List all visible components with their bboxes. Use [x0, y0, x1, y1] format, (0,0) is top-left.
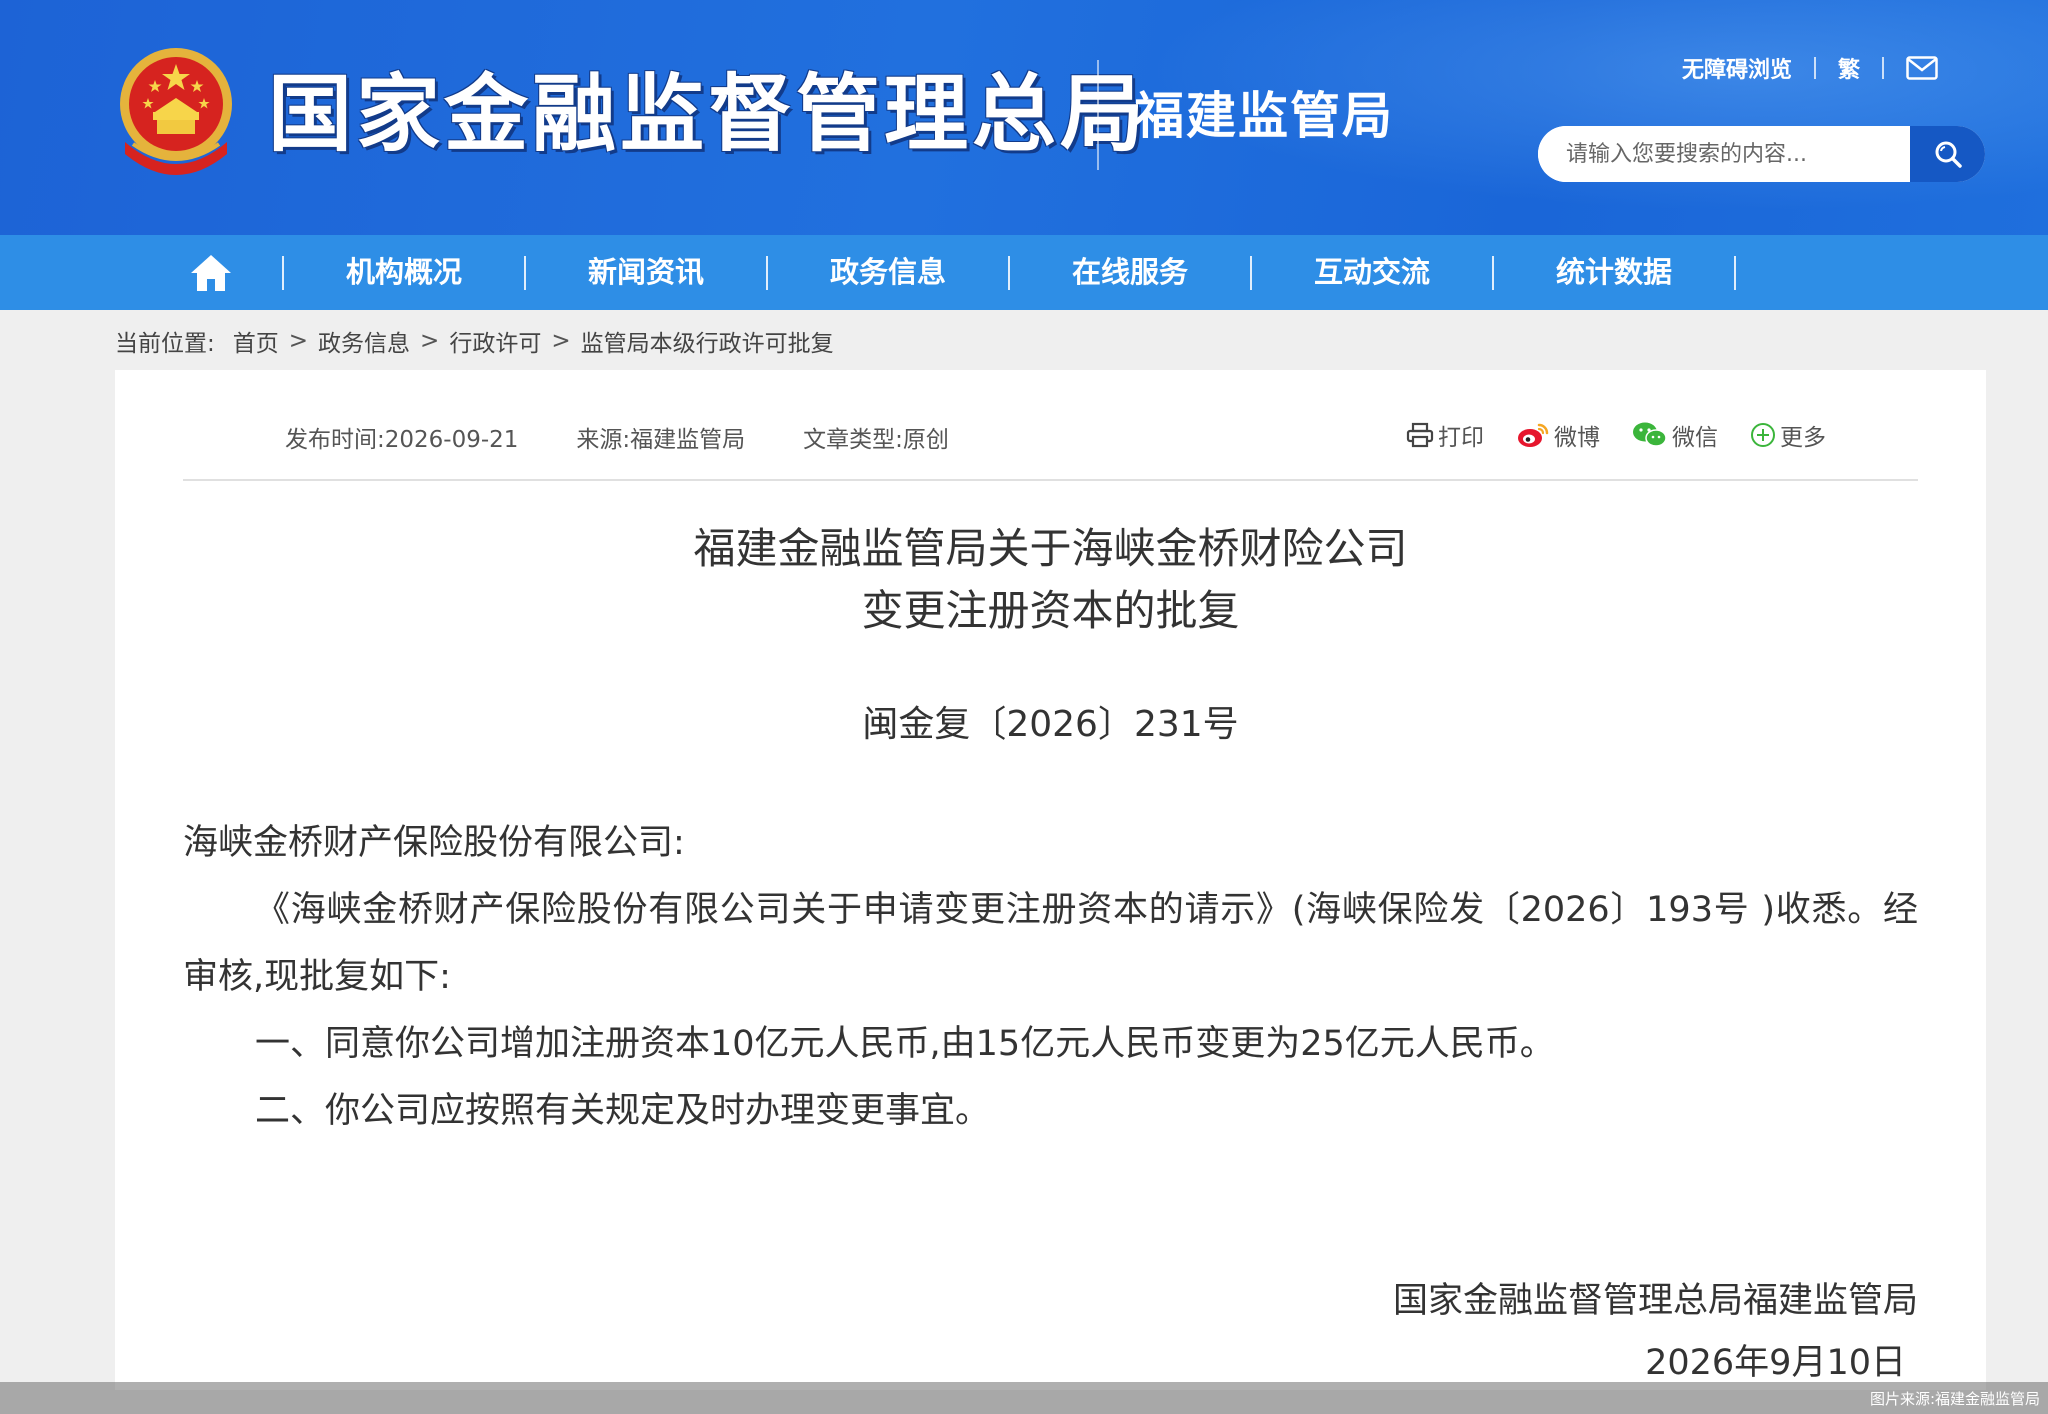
main-nav-list: 机构概况 新闻资讯 政务信息 在线服务 互动交流 统计数据: [140, 235, 1736, 310]
document-signer: 国家金融监督管理总局福建监管局: [1392, 1281, 1918, 1321]
site-header: 国家金融监督管理总局 福建监管局 无障碍浏览 繁: [0, 0, 2048, 235]
breadcrumb-separator: >: [288, 328, 309, 354]
document-item-1: 一、同意你公司增加注册资本10亿元人民币,由15亿元人民币变更为25亿元人民币。: [255, 1024, 1555, 1064]
wechat-label: 微信: [1672, 425, 1718, 451]
nav-item-interaction[interactable]: 互动交流: [1252, 235, 1492, 310]
nav-item-government-info[interactable]: 政务信息: [768, 235, 1008, 310]
mail-icon[interactable]: [1906, 56, 1938, 80]
article-type: 文章类型:原创: [803, 427, 949, 453]
nav-item-statistics[interactable]: 统计数据: [1494, 235, 1734, 310]
breadcrumb-administrative-license[interactable]: 行政许可: [449, 324, 541, 358]
breadcrumb-government-info[interactable]: 政务信息: [318, 324, 410, 358]
search-button[interactable]: [1910, 126, 1985, 182]
home-icon: [191, 254, 231, 291]
breadcrumb-separator: >: [420, 328, 440, 354]
article-source: 来源:福建监管局: [576, 427, 746, 453]
weibo-share-button[interactable]: 微博: [1516, 418, 1600, 452]
print-label: 打印: [1438, 425, 1484, 451]
top-links: 无障碍浏览 繁: [1682, 52, 1938, 84]
breadcrumb: 当前位置: 首页 > 政务信息 > 行政许可 > 监管局本级行政许可批复: [115, 324, 834, 358]
printer-icon: [1406, 422, 1434, 448]
search-box: [1538, 126, 1985, 182]
search-icon: [1935, 141, 1962, 168]
search-input[interactable]: [1538, 126, 1910, 182]
document-title: 福建金融监管局关于海峡金桥财险公司 变更注册资本的批复: [115, 518, 1986, 642]
more-label: 更多: [1780, 425, 1826, 451]
breadcrumb-label: 当前位置:: [115, 331, 215, 357]
nav-item-news[interactable]: 新闻资讯: [526, 235, 766, 310]
accessible-browse-link[interactable]: 无障碍浏览: [1682, 52, 1792, 84]
document-addressee: 海峡金桥财产保险股份有限公司:: [183, 823, 685, 863]
nav-home[interactable]: [140, 235, 282, 310]
main-nav: 机构概况 新闻资讯 政务信息 在线服务 互动交流 统计数据: [0, 235, 2048, 310]
traditional-chinese-link[interactable]: 繁: [1838, 52, 1860, 84]
breadcrumb-separator: >: [551, 328, 571, 354]
document-body: 海峡金桥财产保险股份有限公司: 《海峡金桥财产保险股份有限公司关于申请变更注册资…: [183, 810, 1918, 1145]
share-toolbar: 打印 微博 微信 更多: [1374, 418, 1826, 452]
document-item-2: 二、你公司应按照有关规定及时办理变更事宜。: [255, 1091, 991, 1131]
meta-divider: [183, 479, 1918, 481]
document-signature: 国家金融监督管理总局福建监管局 2026年9月10日: [1393, 1270, 1918, 1394]
wechat-icon: [1633, 422, 1667, 447]
document-title-line-1: 福建金融监管局关于海峡金桥财险公司: [693, 524, 1408, 573]
document-number: 闽金复〔2026〕231号: [862, 704, 1239, 745]
nav-separator: [1734, 255, 1736, 290]
more-share-button[interactable]: 更多: [1750, 418, 1826, 452]
document-title-line-2: 变更注册资本的批复: [861, 586, 1240, 635]
print-button[interactable]: 打印: [1406, 418, 1484, 452]
weibo-icon: [1518, 423, 1549, 447]
site-main-title: 国家金融监督管理总局: [268, 65, 1149, 163]
wechat-share-button[interactable]: 微信: [1632, 418, 1718, 452]
national-emblem-icon: [120, 48, 232, 175]
breadcrumb-home[interactable]: 首页: [233, 324, 279, 358]
article-meta: 发布时间:2026-09-21 来源:福建监管局 文章类型:原创: [285, 420, 1007, 454]
image-caption-bar: 图片来源:福建金融监管局: [0, 1382, 2048, 1414]
top-link-separator: [1882, 57, 1884, 79]
plus-circle-icon: [1751, 423, 1775, 447]
site-sub-title: 福建监管局: [1134, 87, 1394, 145]
header-divider: [1097, 60, 1099, 170]
nav-item-online-services[interactable]: 在线服务: [1010, 235, 1250, 310]
nav-item-organization[interactable]: 机构概况: [284, 235, 524, 310]
image-source-caption: 图片来源:福建金融监管局: [1869, 1390, 2040, 1408]
weibo-label: 微博: [1554, 425, 1600, 451]
publish-time: 发布时间:2026-09-21: [285, 427, 519, 453]
document-paragraph: 《海峡金桥财产保险股份有限公司关于申请变更注册资本的请示》(海峡保险发〔2026…: [183, 890, 1918, 997]
article-panel: 发布时间:2026-09-21 来源:福建监管局 文章类型:原创 打印 微博 微…: [115, 370, 1986, 1390]
top-link-separator: [1813, 57, 1816, 79]
breadcrumb-current[interactable]: 监管局本级行政许可批复: [581, 324, 834, 358]
